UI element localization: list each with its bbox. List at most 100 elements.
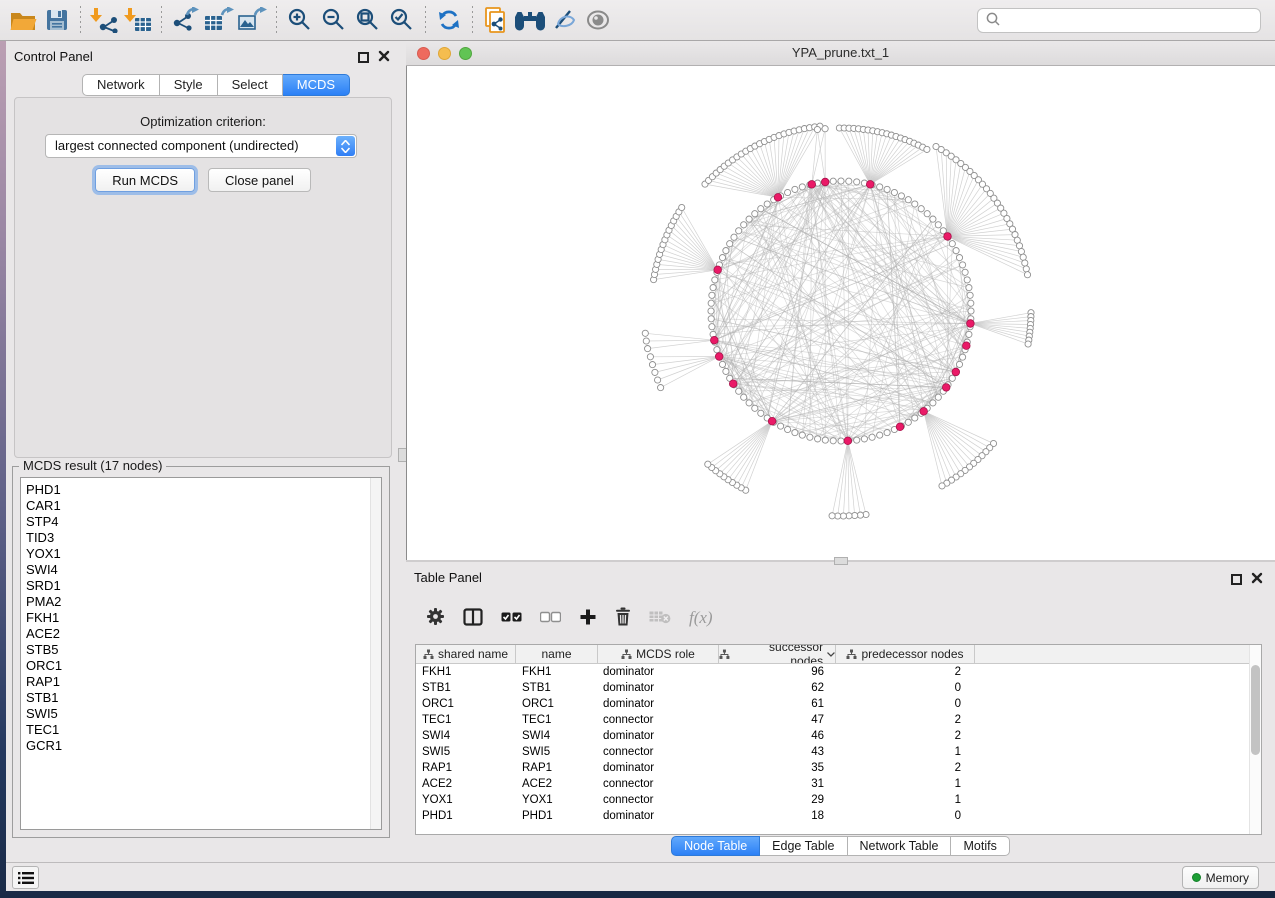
function-builder-icon: f(x): [689, 608, 713, 628]
network-search-field[interactable]: [977, 8, 1261, 33]
network-window-title: YPA_prune.txt_1: [406, 45, 1275, 60]
export-image-icon[interactable]: [236, 5, 270, 35]
tab-motifs[interactable]: Motifs: [951, 836, 1009, 856]
control-panel: Control Panel Network Style Select MCDS …: [6, 41, 400, 862]
add-row-icon[interactable]: [579, 608, 597, 629]
table-toolbar: f(x): [416, 596, 1263, 640]
close-panel-button[interactable]: Close panel: [208, 168, 311, 192]
mcds-result-node[interactable]: RAP1: [21, 674, 381, 690]
table-header-row: shared name name MCDS role successor nod…: [416, 645, 1261, 664]
tab-edge-table[interactable]: Edge Table: [760, 836, 847, 856]
zoom-out-icon[interactable]: [317, 5, 351, 35]
import-network-icon[interactable]: [87, 5, 121, 35]
mcds-result-node[interactable]: YOX1: [21, 546, 381, 562]
zoom-in-icon[interactable]: [283, 5, 317, 35]
mcds-result-list[interactable]: PHD1CAR1STP4TID3YOX1SWI4SRD1PMA2FKH1ACE2…: [20, 477, 382, 830]
tab-style[interactable]: Style: [160, 74, 218, 96]
toolbar-separator: [161, 6, 162, 34]
search-window-icon[interactable]: [513, 5, 547, 35]
open-session-icon[interactable]: [6, 5, 40, 35]
table-panel-title: Table Panel: [414, 570, 482, 585]
mcds-result-node[interactable]: GCR1: [21, 738, 381, 754]
mcds-result-node[interactable]: CAR1: [21, 498, 381, 514]
save-session-icon[interactable]: [40, 5, 74, 35]
import-table-icon[interactable]: [121, 5, 155, 35]
tab-network[interactable]: Network: [82, 74, 160, 96]
mcds-result-node[interactable]: FKH1: [21, 610, 381, 626]
attribute-icon: [719, 649, 730, 660]
table-options-icon[interactable]: [426, 607, 445, 629]
table-row[interactable]: SWI4 SWI4 dominator 46 2: [416, 728, 1261, 744]
zoom-fit-icon[interactable]: [351, 5, 385, 35]
hide-graphics-details-icon[interactable]: [547, 5, 581, 35]
refresh-network-icon[interactable]: [432, 5, 466, 35]
toolbar-separator: [472, 6, 473, 34]
table-row[interactable]: ORC1 ORC1 dominator 61 0: [416, 696, 1261, 712]
mcds-result-node[interactable]: ACE2: [21, 626, 381, 642]
show-graphics-details-icon[interactable]: [581, 5, 615, 35]
table-scrollbar[interactable]: [1249, 645, 1261, 834]
mcds-result-node[interactable]: TEC1: [21, 722, 381, 738]
mcds-result-node[interactable]: SRD1: [21, 578, 381, 594]
search-input[interactable]: [1002, 13, 1260, 28]
column-header-successor-nodes[interactable]: successor nodes: [719, 645, 836, 663]
optimization-criterion-select[interactable]: largest connected component (undirected): [45, 134, 357, 158]
tab-mcds[interactable]: MCDS: [283, 74, 350, 96]
export-table-icon[interactable]: [202, 5, 236, 35]
mcds-result-node[interactable]: ORC1: [21, 658, 381, 674]
column-header-predecessor-nodes[interactable]: predecessor nodes: [836, 645, 975, 663]
memory-button[interactable]: Memory: [1182, 866, 1259, 889]
tab-network-table[interactable]: Network Table: [848, 836, 952, 856]
mcds-result-node[interactable]: PHD1: [21, 482, 381, 498]
column-header-shared-name[interactable]: shared name: [416, 645, 516, 663]
horizontal-splitter-handle[interactable]: [834, 557, 848, 565]
status-bar: Memory: [6, 862, 1275, 891]
mcds-result-node[interactable]: SWI5: [21, 706, 381, 722]
table-row[interactable]: FKH1 FKH1 dominator 96 2: [416, 664, 1261, 680]
table-row[interactable]: TEC1 TEC1 connector 47 2: [416, 712, 1261, 728]
table-row[interactable]: STB1 STB1 dominator 62 0: [416, 680, 1261, 696]
mcds-result-title: MCDS result (17 nodes): [19, 458, 166, 473]
mcds-result-node[interactable]: STP4: [21, 514, 381, 530]
toolbar-separator: [276, 6, 277, 34]
float-panel-icon[interactable]: [1231, 574, 1242, 585]
close-panel-icon[interactable]: [378, 50, 390, 65]
mcds-result-node[interactable]: STB1: [21, 690, 381, 706]
table-row[interactable]: YOX1 YOX1 connector 29 1: [416, 792, 1261, 808]
delete-selected-icon[interactable]: [615, 607, 631, 629]
network-canvas[interactable]: [406, 66, 1275, 560]
close-panel-icon[interactable]: [1251, 572, 1263, 587]
select-all-icon[interactable]: [501, 611, 522, 626]
deselect-all-icon[interactable]: [540, 611, 561, 626]
run-mcds-button[interactable]: Run MCDS: [95, 168, 195, 192]
table-row[interactable]: RAP1 RAP1 dominator 35 2: [416, 760, 1261, 776]
column-header-filler: [975, 645, 1261, 663]
mcds-result-node[interactable]: SWI4: [21, 562, 381, 578]
attribute-icon: [846, 649, 857, 660]
table-scrollbar-thumb[interactable]: [1251, 665, 1260, 755]
tab-select[interactable]: Select: [218, 74, 283, 96]
control-panel-title: Control Panel: [14, 49, 93, 64]
column-header-mcds-role[interactable]: MCDS role: [598, 645, 719, 663]
zoom-selected-icon[interactable]: [385, 5, 419, 35]
result-scrollbar[interactable]: [370, 478, 381, 829]
network-window-titlebar[interactable]: YPA_prune.txt_1: [406, 41, 1275, 66]
float-panel-icon[interactable]: [358, 52, 369, 63]
table-row[interactable]: SWI5 SWI5 connector 43 1: [416, 744, 1261, 760]
optimization-criterion-label: Optimization criterion:: [15, 114, 391, 129]
show-task-history-button[interactable]: [12, 866, 39, 889]
mcds-pane: Optimization criterion: largest connecte…: [14, 97, 392, 458]
mcds-result-node[interactable]: PMA2: [21, 594, 381, 610]
show-columns-icon[interactable]: [463, 608, 483, 629]
mcds-result-node[interactable]: TID3: [21, 530, 381, 546]
clone-network-icon[interactable]: [479, 5, 513, 35]
column-header-name[interactable]: name: [516, 645, 598, 663]
mcds-result-group: MCDS result (17 nodes) PHD1CAR1STP4TID3Y…: [12, 466, 390, 838]
table-tabs: Node Table Edge Table Network Table Moti…: [406, 836, 1275, 856]
mcds-result-node[interactable]: STB5: [21, 642, 381, 658]
tab-node-table[interactable]: Node Table: [671, 836, 760, 856]
table-row[interactable]: PHD1 PHD1 dominator 18 0: [416, 808, 1261, 824]
toolbar-separator: [425, 6, 426, 34]
table-row[interactable]: ACE2 ACE2 connector 31 1: [416, 776, 1261, 792]
export-network-icon[interactable]: [168, 5, 202, 35]
